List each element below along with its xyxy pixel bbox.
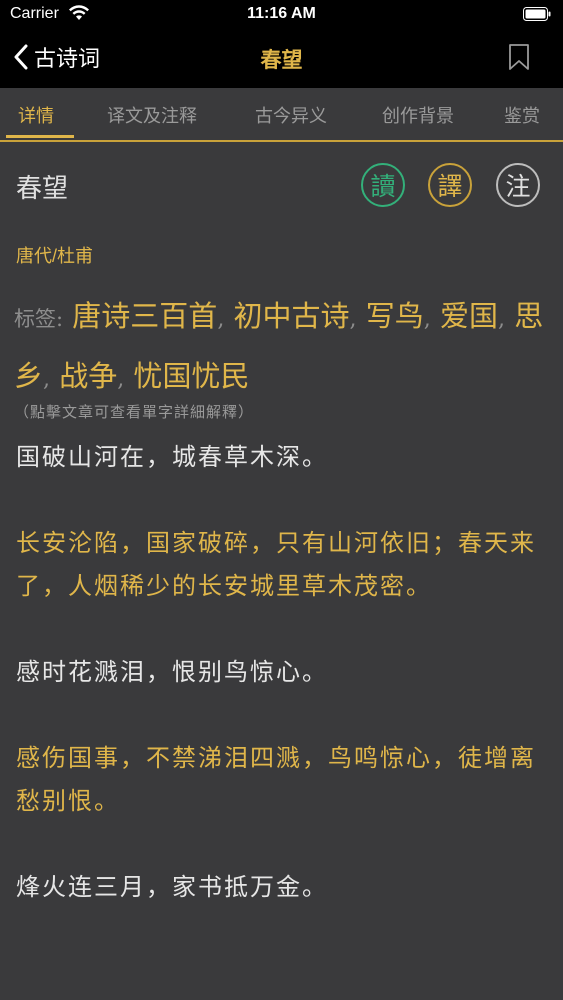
poem-translation: 长安沦陷，国家破碎，只有山河依旧；春天来了，人烟稀少的长安城里草木茂密。 — [16, 529, 536, 600]
poem-line[interactable]: 感时花溅泪，恨别鸟惊心。 — [16, 651, 551, 694]
tag-item[interactable]: 爱国 — [440, 299, 498, 333]
poem-author[interactable]: 唐代/杜甫 — [16, 242, 93, 268]
tag-item[interactable]: 唐诗三百首 — [72, 299, 217, 333]
poem-translation: 感伤国事，不禁涕泪四溅，鸟鸣惊心，徒增离愁别恨。 — [16, 744, 536, 815]
read-aloud-button[interactable]: 讀 — [361, 163, 405, 207]
nav-title: 春望 — [260, 49, 303, 72]
navigation-bar: 古诗词 春望 — [0, 32, 563, 82]
translate-button[interactable]: 譯 — [428, 163, 472, 207]
tap-hint: （點擊文章可查看單字詳細解釋） — [14, 403, 255, 421]
battery-icon — [523, 7, 551, 21]
tag-separator: , — [423, 307, 431, 332]
tab-appreciation[interactable]: 鉴赏 — [504, 102, 540, 128]
bookmark-icon[interactable] — [506, 44, 532, 70]
tag-list: 标签: 唐诗三百首, 初中古诗, 写鸟, 爱国, 思乡, 战争, 忧国忧民 — [14, 288, 549, 408]
tag-separator: , — [498, 307, 506, 332]
tab-ancient-modern-meaning[interactable]: 古今异义 — [255, 102, 327, 128]
tag-separator: , — [43, 367, 51, 392]
poem-line[interactable]: 国破山河在，城春草木深。 — [16, 436, 551, 479]
tag-item[interactable]: 忧国忧民 — [133, 359, 249, 393]
poem-line[interactable]: 烽火连三月，家书抵万金。 — [16, 866, 551, 909]
tag-item[interactable]: 战争 — [59, 359, 117, 393]
top-bar: Carrier 11:16 AM 古诗词 春望 — [0, 0, 563, 88]
tags-label: 标签: — [14, 307, 64, 331]
tag-separator: , — [349, 307, 357, 332]
status-time: 11:16 AM — [247, 5, 316, 22]
tag-item[interactable]: 写鸟 — [366, 299, 424, 333]
annotate-button[interactable]: 注 — [496, 163, 540, 207]
tag-separator: , — [117, 367, 125, 392]
tab-details[interactable]: 详情 — [18, 102, 54, 128]
tab-translation-notes[interactable]: 译文及注释 — [107, 102, 197, 128]
tag-item[interactable]: 初中古诗 — [234, 299, 350, 333]
poem-body[interactable]: 国破山河在，城春草木深。 长安沦陷，国家破碎，只有山河依旧；春天来了，人烟稀少的… — [16, 436, 551, 931]
tag-separator: , — [217, 307, 225, 332]
tab-bar: 详情 译文及注释 古今异义 创作背景 鉴赏 — [0, 88, 563, 142]
tab-background[interactable]: 创作背景 — [382, 102, 454, 128]
poem-title: 春望 — [16, 174, 69, 204]
active-tab-indicator — [6, 135, 74, 138]
status-bar: Carrier 11:16 AM — [0, 0, 563, 30]
